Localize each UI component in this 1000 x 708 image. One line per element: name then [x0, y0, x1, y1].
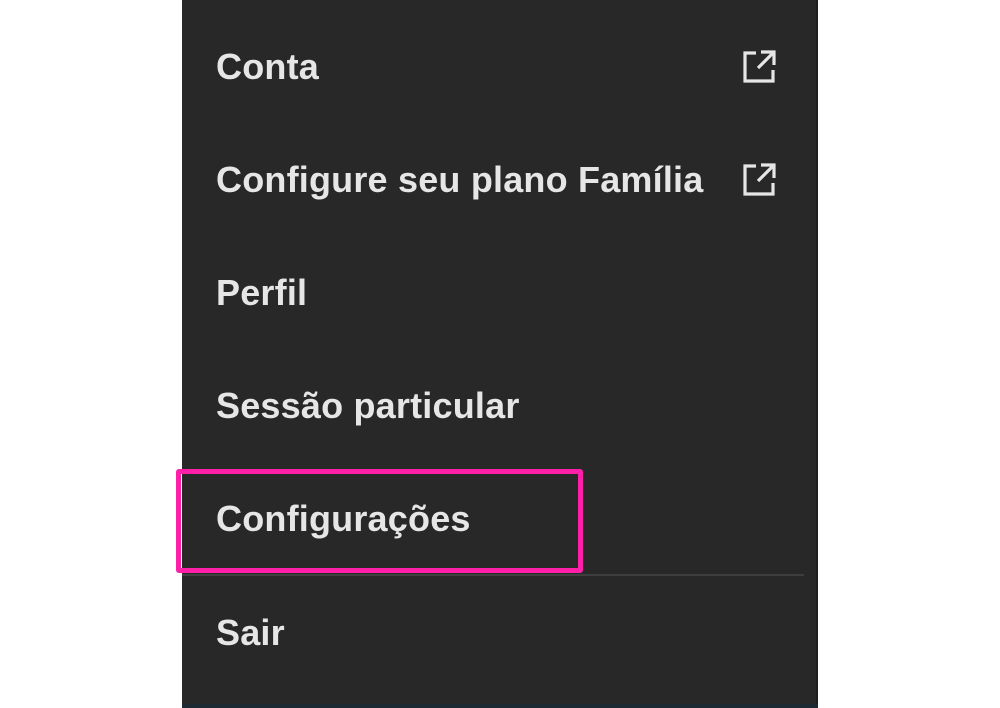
menu-item-sair[interactable]: Sair [182, 576, 818, 689]
menu-item-label: Sessão particular [216, 384, 520, 426]
menu-item-label: Conta [216, 45, 319, 87]
external-link-icon [738, 159, 780, 201]
account-dropdown-menu: Conta Configure seu plano Família Perfil… [182, 0, 818, 708]
menu-item-conta[interactable]: Conta [182, 10, 818, 123]
menu-border-right [816, 0, 818, 708]
external-link-icon [738, 46, 780, 88]
menu-item-label: Sair [216, 611, 285, 653]
screenshot-stage: Conta Configure seu plano Família Perfil… [0, 0, 1000, 708]
menu-item-label: Perfil [216, 271, 308, 313]
menu-item-sessao-particular[interactable]: Sessão particular [182, 349, 818, 462]
menu-item-plano-familia[interactable]: Configure seu plano Família [182, 123, 818, 236]
menu-item-perfil[interactable]: Perfil [182, 236, 818, 349]
menu-border-bottom [182, 704, 818, 708]
menu-item-configuracoes[interactable]: Configurações [182, 462, 818, 575]
menu-item-label: Configure seu plano Família [216, 158, 704, 200]
menu-item-label: Configurações [216, 497, 471, 539]
